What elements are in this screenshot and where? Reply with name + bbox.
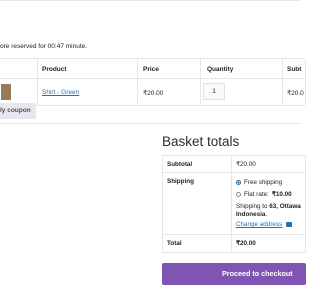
apply-coupon-button[interactable]: ly coupon xyxy=(0,103,36,119)
shipping-option-flat-rate[interactable]: Flat rate: ₹10.00 xyxy=(236,191,292,198)
radio-selected-icon[interactable] xyxy=(236,180,241,185)
shipping-to-prefix: Shipping to xyxy=(236,203,270,210)
change-address-label: Change address xyxy=(236,221,283,228)
item-price: ₹20.00 xyxy=(143,90,164,97)
column-header-subtotal: Subt xyxy=(287,66,302,73)
basket-totals-title: Basket totals xyxy=(162,134,240,149)
column-divider xyxy=(137,59,138,78)
column-divider xyxy=(137,79,138,105)
section-divider xyxy=(0,123,300,124)
change-address-link[interactable]: Change address xyxy=(236,221,293,228)
cart-table-header: Product Price Quantity Subt xyxy=(0,59,305,79)
column-header-quantity: Quantity xyxy=(207,66,234,73)
column-header-price: Price xyxy=(143,66,159,73)
total-value: ₹20.00 xyxy=(236,240,256,247)
reservation-notice: ore reserved for 00:47 minute. xyxy=(0,43,88,50)
total-label: Total xyxy=(167,240,182,247)
subtotal-row: Subtotal ₹20.00 xyxy=(163,156,305,173)
shipping-to-address: 63, Ottawa xyxy=(269,203,301,210)
column-divider xyxy=(231,235,232,252)
column-divider xyxy=(37,59,38,78)
column-divider xyxy=(231,156,232,172)
subtotal-value: ₹20.00 xyxy=(236,161,256,168)
total-row: Total ₹20.00 xyxy=(163,235,305,252)
product-thumbnail[interactable] xyxy=(1,84,11,100)
proceed-to-checkout-button[interactable]: Proceed to checkout xyxy=(162,263,306,285)
column-divider xyxy=(282,79,283,105)
shipping-option-label: Free shipping xyxy=(244,179,283,186)
shipping-label: Shipping xyxy=(167,178,194,185)
shipping-row: Shipping Free shipping Flat rate: ₹10.00… xyxy=(163,173,305,235)
table-row: Shirt - Green ₹20.00 1 ₹20.0 xyxy=(0,79,305,105)
shipping-option-free[interactable]: Free shipping xyxy=(236,179,282,186)
column-divider xyxy=(200,59,201,78)
column-divider xyxy=(282,59,283,78)
shipping-option-label: Flat rate: xyxy=(244,191,269,198)
column-header-product: Product xyxy=(42,66,67,73)
radio-unselected-icon[interactable] xyxy=(236,192,241,197)
column-divider xyxy=(37,79,38,105)
shipping-option-price: ₹10.00 xyxy=(271,191,292,198)
subtotal-label: Subtotal xyxy=(167,161,193,168)
truck-icon xyxy=(286,222,293,227)
product-link[interactable]: Shirt - Green xyxy=(42,89,79,96)
column-divider xyxy=(200,79,201,105)
column-divider xyxy=(231,173,232,234)
item-subtotal: ₹20.0 xyxy=(287,90,304,97)
shipping-to-suffix: . xyxy=(265,211,268,218)
top-divider xyxy=(0,0,300,1)
shipping-to-country: Indonesia xyxy=(236,211,266,218)
shipping-destination: Shipping to 63, Ottawa Indonesia. xyxy=(236,203,301,219)
quantity-input[interactable]: 1 xyxy=(203,83,225,100)
cart-table: Product Price Quantity Subt Shirt - Gree… xyxy=(0,58,306,106)
basket-totals-table: Subtotal ₹20.00 Shipping Free shipping F… xyxy=(162,155,306,253)
